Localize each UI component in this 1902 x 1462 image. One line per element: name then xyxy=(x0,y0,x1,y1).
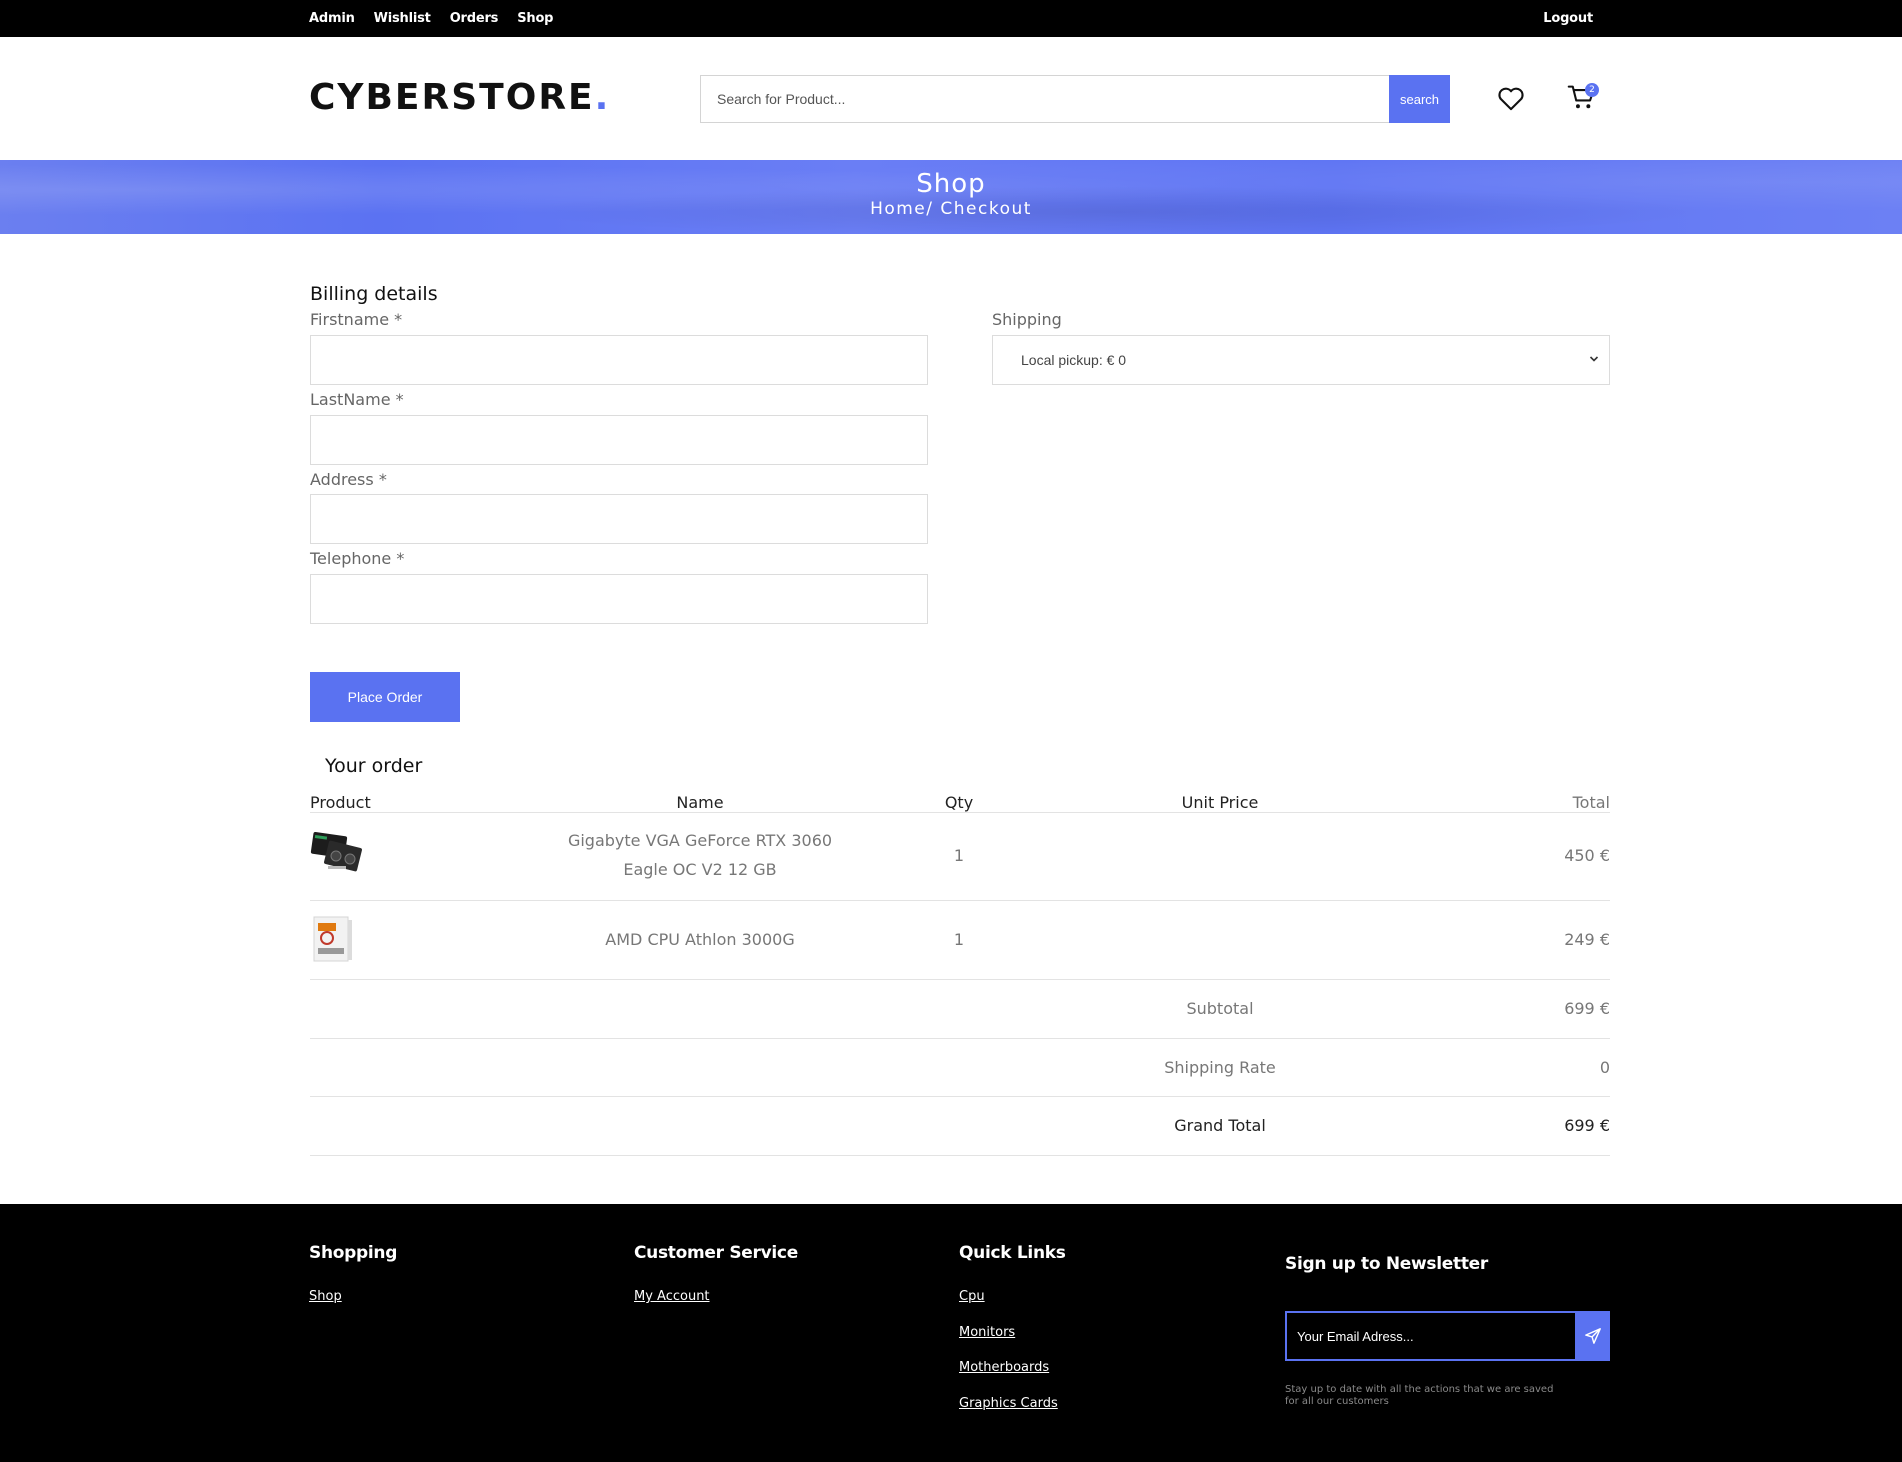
product-name-line2: Eagle OC V2 12 GB xyxy=(623,860,777,879)
search-input[interactable] xyxy=(700,75,1390,123)
footer-link-graphics-cards[interactable]: Graphics Cards xyxy=(959,1396,1058,1411)
product-qty: 1 xyxy=(953,930,965,949)
table-divider xyxy=(310,979,1610,980)
address-label-text: Address xyxy=(310,470,374,489)
product-total: 249 € xyxy=(1564,930,1610,949)
lastname-label: LastName * xyxy=(310,390,404,409)
shipping-label: Shipping xyxy=(992,310,1062,329)
page-banner: Shop Home/ Checkout xyxy=(0,160,1902,234)
top-bar: Admin Wishlist Orders Shop Logout xyxy=(0,0,1902,37)
grand-total-label: Grand Total xyxy=(1174,1116,1266,1135)
chevron-down-icon xyxy=(1589,356,1599,362)
product-total: 450 € xyxy=(1564,846,1610,865)
col-name: Name xyxy=(676,793,724,812)
footer-link-shop[interactable]: Shop xyxy=(309,1289,342,1304)
required-mark: * xyxy=(378,470,387,489)
table-divider xyxy=(310,900,1610,901)
newsletter-note: Stay up to date with all the actions tha… xyxy=(1285,1384,1554,1407)
search-button[interactable]: search xyxy=(1389,75,1450,123)
order-heading: Your order xyxy=(325,755,423,777)
site-footer xyxy=(0,1204,1902,1462)
cart-count-badge: 2 xyxy=(1585,83,1599,97)
site-header: CYBERSTORE. search 2 xyxy=(0,37,1902,160)
table-divider xyxy=(310,812,1610,813)
cpu-box-thumbnail xyxy=(313,916,352,962)
required-mark: * xyxy=(396,549,405,568)
grand-total-value: 699 € xyxy=(1564,1116,1610,1135)
table-divider xyxy=(310,1155,1610,1156)
newsletter-title: Sign up to Newsletter xyxy=(1285,1254,1488,1274)
col-unit-price: Unit Price xyxy=(1181,793,1259,812)
top-nav: Admin Wishlist Orders Shop xyxy=(309,0,553,37)
required-mark: * xyxy=(395,390,404,409)
telephone-label-text: Telephone xyxy=(310,549,392,568)
breadcrumb: Home/ Checkout xyxy=(870,199,1032,219)
place-order-button[interactable]: Place Order xyxy=(310,672,460,722)
footer-shopping-title: Shopping xyxy=(309,1243,398,1263)
telephone-label: Telephone * xyxy=(310,549,404,568)
table-divider xyxy=(310,1038,1610,1039)
col-total: Total xyxy=(1572,793,1610,812)
lastname-input[interactable] xyxy=(310,415,928,465)
logo-dot: . xyxy=(594,77,611,118)
product-qty: 1 xyxy=(953,846,965,865)
nav-orders[interactable]: Orders xyxy=(450,11,499,26)
shipping-selected-value: Local pickup: € 0 xyxy=(1021,352,1127,368)
footer-link-monitors[interactable]: Monitors xyxy=(959,1325,1015,1340)
telephone-input[interactable] xyxy=(310,574,928,624)
lastname-label-text: LastName xyxy=(310,390,391,409)
col-product: Product xyxy=(310,793,371,812)
newsletter-email-input[interactable] xyxy=(1285,1311,1577,1361)
billing-heading: Billing details xyxy=(310,283,438,305)
address-label: Address * xyxy=(310,470,387,489)
firstname-input[interactable] xyxy=(310,335,928,385)
logout-link[interactable]: Logout xyxy=(1543,11,1593,26)
address-input[interactable] xyxy=(310,494,928,544)
product-name: Gigabyte VGA GeForce RTX 3060 xyxy=(567,831,833,850)
required-mark: * xyxy=(394,310,403,329)
footer-link-my-account[interactable]: My Account xyxy=(634,1289,710,1304)
subtotal-label: Subtotal xyxy=(1186,999,1254,1018)
nav-wishlist[interactable]: Wishlist xyxy=(374,11,431,26)
table-divider xyxy=(310,1096,1610,1097)
product-name: AMD CPU Athlon 3000G xyxy=(605,930,795,949)
logo-text: CYBERSTORE xyxy=(309,77,595,118)
firstname-label: Firstname * xyxy=(310,310,402,329)
firstname-label-text: Firstname xyxy=(310,310,390,329)
heart-icon[interactable] xyxy=(1497,85,1525,111)
nav-shop[interactable]: Shop xyxy=(517,11,553,26)
footer-quick-links-title: Quick Links xyxy=(959,1243,1066,1263)
footer-link-cpu[interactable]: Cpu xyxy=(959,1289,985,1304)
nav-admin[interactable]: Admin xyxy=(309,11,355,26)
send-icon xyxy=(1585,1328,1601,1344)
subtotal-value: 699 € xyxy=(1564,999,1610,1018)
shipping-select[interactable]: Local pickup: € 0 xyxy=(992,335,1610,385)
shipping-rate-value: 0 xyxy=(1599,1058,1610,1077)
graphics-card-thumbnail xyxy=(310,831,362,872)
shipping-rate-label: Shipping Rate xyxy=(1164,1058,1276,1077)
footer-link-motherboards[interactable]: Motherboards xyxy=(959,1360,1049,1375)
search-bar: search xyxy=(700,75,1451,123)
page-title: Shop xyxy=(916,169,986,199)
col-qty: Qty xyxy=(944,793,974,812)
logo[interactable]: CYBERSTORE. xyxy=(309,77,610,118)
newsletter-submit-button[interactable] xyxy=(1576,1311,1610,1361)
footer-customer-service-title: Customer Service xyxy=(634,1243,798,1263)
